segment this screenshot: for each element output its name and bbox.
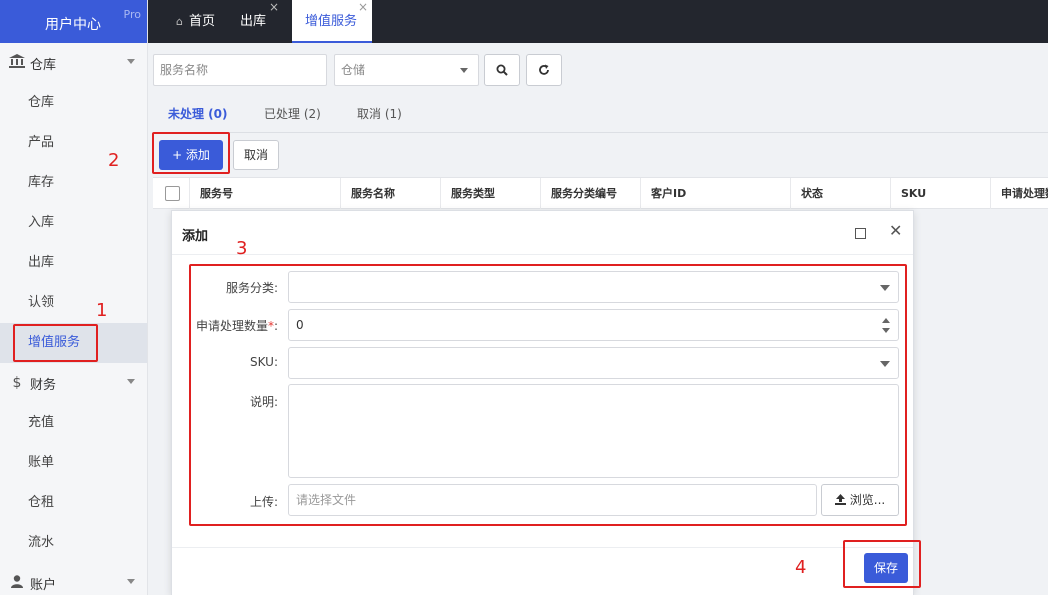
annotation-box-1 [13, 324, 98, 362]
column-header[interactable]: 申请处理数量 [990, 178, 1048, 209]
column-header[interactable]: 服务名称 [340, 178, 440, 209]
search-icon [496, 64, 508, 76]
column-header[interactable]: 服务号 [189, 178, 340, 209]
tab-outbound[interactable]: 出库 × [240, 0, 279, 43]
annotation-box-3 [189, 264, 907, 526]
annotation-box-2 [152, 132, 230, 174]
sidebar-item-rent[interactable]: 仓租 [0, 483, 147, 523]
tab-label: 增值服务 [305, 14, 358, 29]
maximize-icon[interactable] [855, 228, 866, 239]
search-bar: 服务名称 仓储 [153, 43, 1048, 95]
table-header: 服务号 服务名称 服务类型 服务分类编号 客户ID 状态 SKU 申请处理数量 [153, 177, 1048, 209]
column-header[interactable]: 服务类型 [440, 178, 540, 209]
tab-cancelled[interactable]: 取消 (1) [357, 95, 402, 133]
sidebar-item-bill[interactable]: 账单 [0, 443, 147, 483]
sidebar-item-inbound[interactable]: 入库 [0, 203, 147, 243]
home-icon: ⌂ [176, 15, 183, 28]
user-icon [8, 574, 26, 592]
sidebar-group-finance[interactable]: $ 财务 [0, 363, 147, 403]
tab-label: 首页 [188, 14, 215, 29]
close-icon[interactable]: × [269, 0, 279, 29]
bank-icon [8, 54, 26, 72]
column-header[interactable]: 服务分类编号 [540, 178, 640, 209]
tab-unprocessed[interactable]: 未处理 (0) [168, 95, 228, 134]
tab-label: 出库 [240, 14, 267, 29]
chevron-down-icon [127, 579, 135, 584]
dialog-header: 添加 ✕ [172, 211, 913, 255]
dollar-icon: $ [12, 375, 22, 391]
sidebar-item-inventory[interactable]: 库存 [0, 163, 147, 203]
close-icon[interactable]: ✕ [889, 221, 902, 240]
annotation-box-4 [843, 540, 921, 588]
refresh-button[interactable] [526, 54, 562, 86]
sidebar-item-products[interactable]: 产品 [0, 123, 147, 163]
sidebar-item-outbound[interactable]: 出库 [0, 243, 147, 283]
sidebar-group-label: 仓库 [30, 57, 57, 73]
annotation-number-4: 4 [795, 557, 807, 578]
pro-badge: Pro [123, 8, 141, 21]
chevron-down-icon [460, 68, 468, 73]
tab-home[interactable]: ⌂ 首页 [176, 0, 215, 43]
sidebar: 用户中心 Pro 仓库 仓库 产品 库存 入库 出库 认领 增值服务 $ 财务 … [0, 0, 148, 595]
chevron-down-icon [127, 59, 135, 64]
annotation-number-1: 1 [96, 300, 108, 321]
search-button[interactable] [484, 54, 520, 86]
tab-value-added[interactable]: 增值服务 × [292, 0, 372, 43]
sidebar-item-warehouse[interactable]: 仓库 [0, 83, 147, 123]
select-value: 仓储 [341, 63, 366, 77]
sidebar-item-flow[interactable]: 流水 [0, 523, 147, 563]
top-tab-bar: ⌂ 首页 出库 × 增值服务 × [148, 0, 1048, 43]
sidebar-item-recharge[interactable]: 充值 [0, 403, 147, 443]
annotation-number-3: 3 [236, 238, 248, 259]
column-header[interactable]: 客户ID [640, 178, 790, 209]
service-name-input[interactable]: 服务名称 [153, 54, 327, 86]
close-icon[interactable]: × [358, 0, 368, 29]
dialog-title: 添加 [182, 229, 209, 244]
cancel-button[interactable]: 取消 [233, 140, 279, 170]
refresh-icon [539, 64, 549, 75]
status-tabs: 未处理 (0) 已处理 (2) 取消 (1) [153, 95, 1048, 134]
brand-header: 用户中心 Pro [0, 0, 147, 43]
sidebar-item-claim[interactable]: 认领 [0, 283, 147, 323]
sidebar-group-label: 财务 [30, 377, 57, 393]
brand-title: 用户中心 [45, 17, 101, 33]
annotation-number-2: 2 [108, 150, 120, 171]
column-header[interactable]: 状态 [790, 178, 890, 209]
tab-processed[interactable]: 已处理 (2) [264, 95, 321, 133]
column-header[interactable]: SKU [890, 178, 990, 209]
sidebar-group-label: 账户 [30, 577, 57, 593]
select-all-checkbox[interactable] [165, 186, 180, 201]
sidebar-group-account[interactable]: 账户 [0, 563, 147, 595]
chevron-down-icon [127, 379, 135, 384]
sidebar-group-warehouse[interactable]: 仓库 [0, 43, 147, 83]
warehouse-select[interactable]: 仓储 [334, 54, 479, 86]
tab-label: 未处理 (0) [168, 107, 228, 121]
